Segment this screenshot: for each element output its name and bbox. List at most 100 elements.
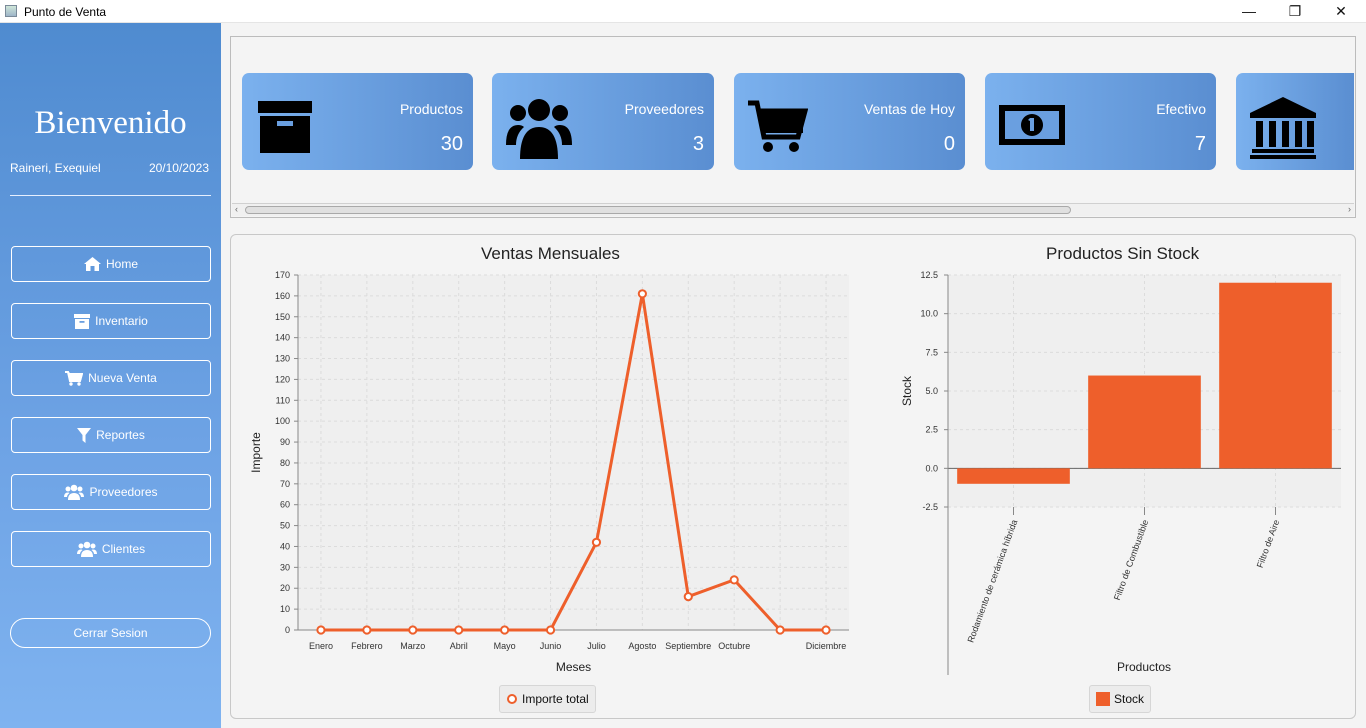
close-button[interactable]: ✕ (1318, 0, 1364, 22)
nueva-venta-label: Nueva Venta (88, 371, 157, 385)
maximize-button[interactable]: ❐ (1272, 0, 1318, 22)
card-value: 3 (692, 133, 704, 155)
home-button[interactable]: Home (11, 246, 211, 282)
x-tick-label: Abril (450, 641, 468, 651)
cart-icon (65, 370, 84, 386)
data-point (775, 625, 785, 635)
data-point (683, 591, 693, 602)
summary-cards-panel: Productos 30 Proveedores 3 Ventas de Hoy… (230, 36, 1356, 218)
y-tick-label: -2.5 (922, 502, 938, 512)
card-value: 30 (440, 133, 463, 155)
minimize-button[interactable]: — (1226, 0, 1272, 22)
x-tick-label: Diciembre (806, 641, 847, 651)
card-productos[interactable]: Productos 30 (242, 73, 473, 170)
horizontal-scrollbar[interactable]: ‹ › (232, 203, 1354, 216)
money-icon (999, 105, 1065, 145)
line-chart-legend: Importe total (499, 685, 596, 713)
x-tick-label: Septiembre (665, 641, 711, 651)
card-efectivo[interactable]: Efectivo 7 (985, 73, 1216, 170)
y-tick-label: 50 (280, 521, 290, 531)
card-proveedores[interactable]: Proveedores 3 (492, 73, 714, 170)
bar-chart: -2.5 0.0 2.5 5.0 7.5 10.0 12.5 Rodamiento de ce… (900, 270, 1341, 675)
scroll-right-icon[interactable]: › (1348, 204, 1351, 214)
bar-chart-title: Productos Sin Stock (1046, 244, 1200, 263)
welcome-heading: Bienvenido (34, 105, 187, 141)
data-point (454, 625, 464, 635)
y-tick-label: 160 (275, 291, 290, 301)
x-tick-label: Junio (540, 641, 562, 651)
y-tick-label: 2.5 (925, 425, 938, 435)
x-tick-label: Marzo (400, 641, 425, 651)
x-tick-label: Octubre (718, 641, 750, 651)
bar-legend-label: Stock (1114, 692, 1145, 706)
scroll-left-icon[interactable]: ‹ (235, 204, 238, 214)
y-tick-label: 60 (280, 500, 290, 510)
y-tick-label: 120 (275, 374, 290, 384)
proveedores-label: Proveedores (89, 485, 158, 499)
plot-background (298, 275, 849, 630)
data-point (500, 625, 510, 635)
line-legend-marker-icon (507, 694, 517, 704)
card-value: 7 (1194, 133, 1206, 155)
data-point (821, 625, 831, 635)
y-tick-label: 110 (276, 395, 290, 405)
y-tick-label: 130 (275, 354, 290, 364)
home-icon (83, 257, 101, 271)
data-point (362, 625, 372, 635)
sidebar: Bienvenido Raineri, Exequiel 20/10/2023 … (0, 23, 221, 728)
bar-legend-marker-icon (1096, 692, 1110, 706)
user-name: Raineri, Exequiel (10, 161, 101, 175)
y-tick-label: 5.0 (925, 386, 938, 396)
x-tick-label: Rodamiento de cerámica híbrida (965, 518, 1019, 644)
card-label: Ventas de Hoy (863, 101, 955, 117)
y-tick-label: 10 (280, 604, 290, 614)
y-tick-label: 140 (275, 333, 290, 343)
x-tick-label: Julio (587, 641, 606, 651)
y-axis-label: Importe (249, 432, 263, 473)
bar (1219, 282, 1332, 469)
x-axis-label: Productos (1117, 660, 1171, 674)
scrollbar-thumb[interactable] (245, 206, 1071, 214)
proveedores-button[interactable]: Proveedores (11, 474, 211, 510)
filter-icon (77, 427, 92, 443)
bar-chart-legend: Stock (1089, 685, 1152, 713)
clientes-label: Clientes (101, 542, 146, 556)
inventario-label: Inventario (95, 314, 148, 328)
cart-icon (748, 100, 808, 152)
y-tick-label: 0 (285, 625, 290, 635)
y-axis-label: Stock (900, 375, 914, 406)
data-point (729, 575, 739, 585)
nueva-venta-button[interactable]: Nueva Venta (11, 360, 211, 396)
card-label: Productos (399, 101, 463, 117)
data-point (591, 537, 602, 547)
line-chart: 0 10 20 30 40 50 60 70 80 90 100 110 120 130 140 150 160… (249, 270, 849, 674)
reportes-button[interactable]: Reportes (11, 417, 211, 453)
y-tick-label: 7.5 (925, 347, 938, 357)
x-axis-label: Meses (556, 660, 591, 674)
bar (1088, 375, 1201, 469)
y-tick-label: 170 (275, 270, 290, 280)
x-tick-label: Filtro de Aire (1255, 518, 1282, 569)
logout-button[interactable]: Cerrar Sesion (10, 618, 211, 648)
data-point (408, 625, 418, 635)
app-icon (5, 5, 17, 17)
card-value: 0 (943, 133, 955, 155)
x-tick-label: Mayo (494, 641, 516, 651)
x-tick-label: Enero (309, 641, 333, 651)
y-tick-label: 100 (275, 416, 290, 426)
line-chart-title: Ventas Mensuales (481, 244, 620, 263)
bank-icon (1250, 97, 1316, 159)
clientes-button[interactable]: Clientes (11, 531, 211, 567)
y-tick-label: 90 (280, 437, 290, 447)
users-icon (64, 484, 85, 500)
card-banco[interactable] (1236, 73, 1354, 170)
users-icon (506, 99, 572, 159)
inventario-button[interactable]: Inventario (11, 303, 211, 339)
card-ventas-hoy[interactable]: Ventas de Hoy 0 (734, 73, 965, 170)
x-tick-label: Filtro de Combustible (1112, 518, 1150, 601)
x-tick-label: Agosto (628, 641, 656, 651)
title-bar: Punto de Venta — ❐ ✕ (0, 0, 1366, 23)
card-label: Proveedores (624, 101, 704, 117)
y-tick-label: 10.0 (920, 309, 938, 319)
y-tick-label: 150 (275, 312, 290, 322)
